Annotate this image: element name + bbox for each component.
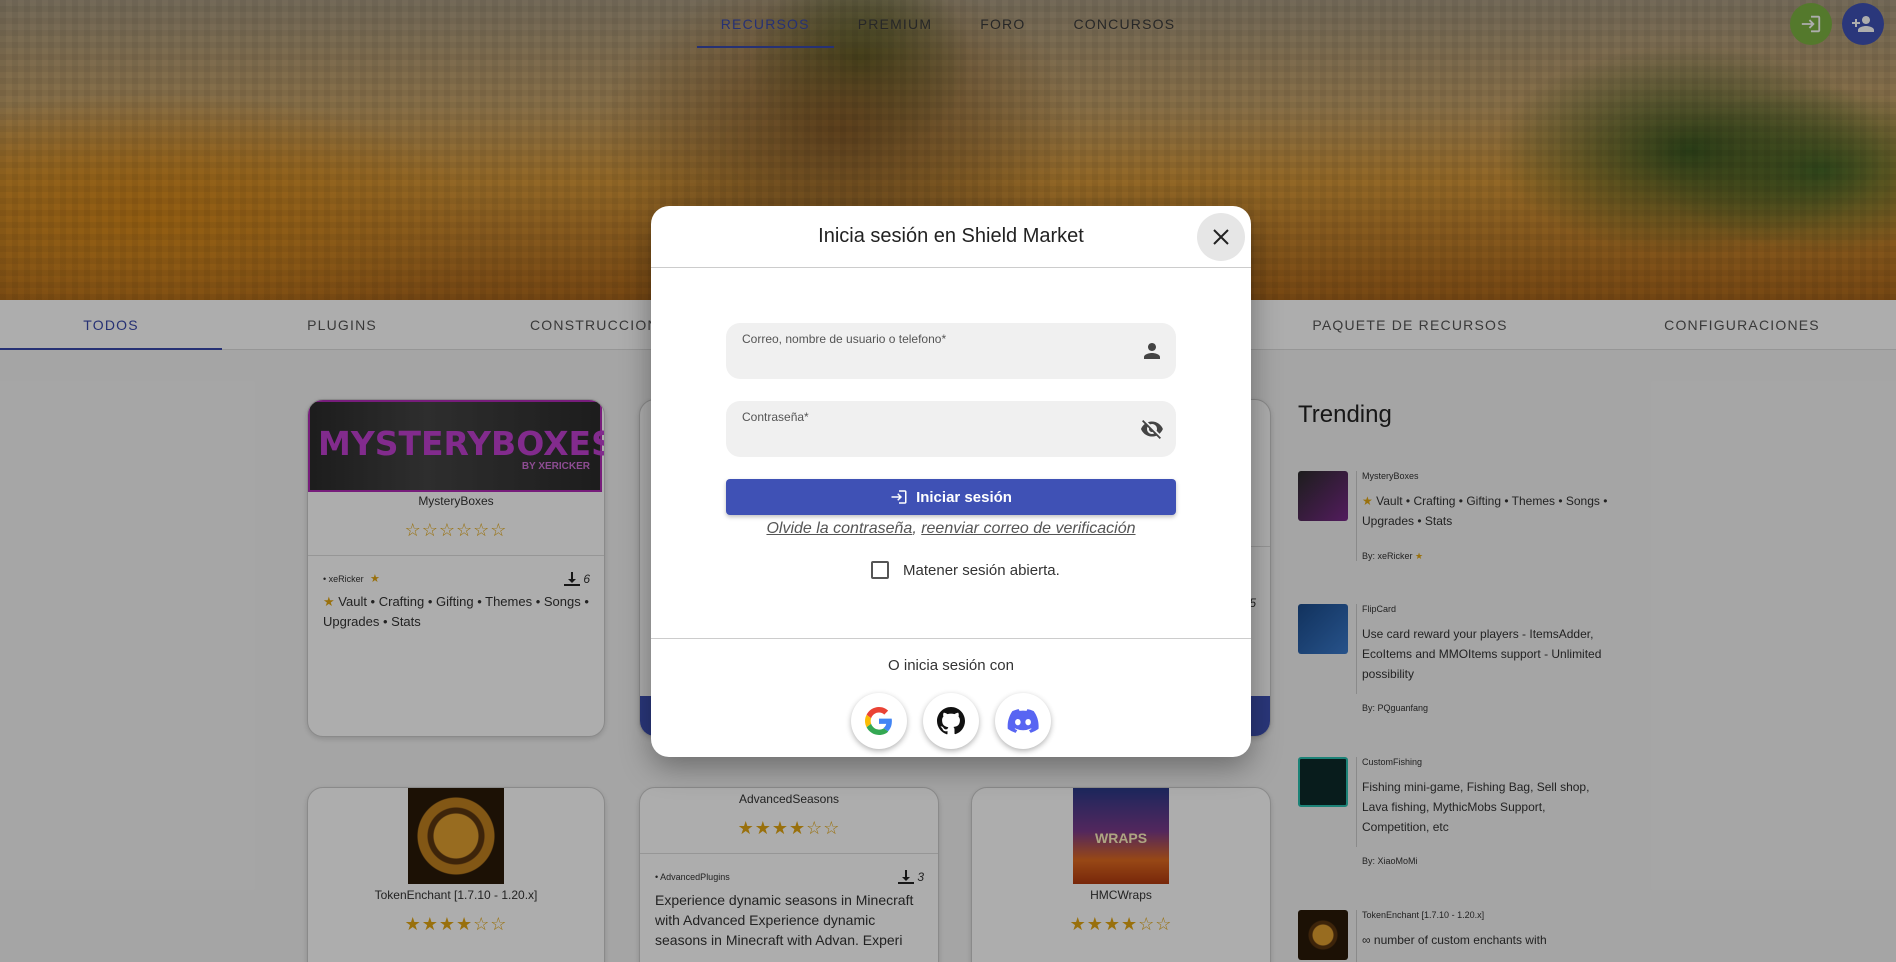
forgot-password-link[interactable]: Olvide la contraseña — [766, 520, 912, 537]
remember-me-checkbox[interactable] — [871, 561, 889, 579]
github-icon — [937, 707, 965, 735]
links-separator: , — [912, 520, 922, 537]
github-login-button[interactable] — [923, 693, 979, 749]
submit-login-button[interactable]: Iniciar sesión — [726, 479, 1176, 515]
login-icon — [891, 490, 907, 504]
discord-login-button[interactable] — [995, 693, 1051, 749]
google-icon — [865, 707, 892, 735]
google-login-button[interactable] — [851, 693, 907, 749]
close-icon — [1213, 229, 1229, 245]
username-label: Correo, nombre de usuario o telefono* — [742, 332, 947, 346]
alt-login-label: O inicia sesión con — [888, 657, 1014, 674]
person-icon — [1144, 343, 1160, 359]
account-links: Olvide la contraseña, reenviar correo de… — [651, 520, 1251, 538]
remember-me[interactable]: Matener sesión abierta. — [871, 561, 1060, 579]
password-input[interactable] — [742, 427, 1122, 449]
resend-verification-link[interactable]: reenviar correo de verificación — [921, 520, 1135, 537]
remember-me-label: Matener sesión abierta. — [903, 561, 1060, 579]
dialog-divider — [651, 638, 1251, 639]
submit-login-label: Iniciar sesión — [916, 488, 1012, 506]
password-label: Contraseña* — [742, 410, 809, 424]
dialog-title: Inicia sesión en Shield Market — [818, 225, 1084, 247]
close-button[interactable] — [1197, 213, 1245, 261]
username-field[interactable]: Correo, nombre de usuario o telefono* — [726, 323, 1176, 379]
login-dialog: Inicia sesión en Shield Market Correo, n… — [651, 206, 1251, 757]
visibility-off-icon[interactable] — [1140, 417, 1164, 441]
discord-icon — [1007, 709, 1039, 733]
password-field[interactable]: Contraseña* — [726, 401, 1176, 457]
dialog-header: Inicia sesión en Shield Market — [651, 206, 1251, 268]
username-input[interactable] — [742, 349, 1122, 371]
